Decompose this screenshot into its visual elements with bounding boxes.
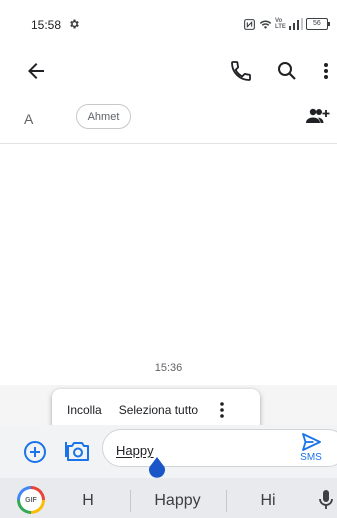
status-time: 15:58 xyxy=(31,18,62,32)
lte-label: LTE xyxy=(275,24,286,30)
search-icon xyxy=(275,59,299,83)
call-button[interactable] xyxy=(229,59,253,83)
header-divider xyxy=(0,143,337,144)
send-icon xyxy=(301,433,321,451)
message-timestamp: 15:36 xyxy=(154,362,183,374)
suggestion-item[interactable]: Happy xyxy=(130,492,225,510)
recipient-chip[interactable]: Ahmet xyxy=(76,104,131,129)
nfc-icon xyxy=(243,18,256,31)
back-arrow-icon xyxy=(24,59,48,83)
menu-more-button[interactable] xyxy=(218,400,226,420)
add-circle-icon xyxy=(23,440,47,464)
suggestion-item[interactable]: Hi xyxy=(228,492,308,510)
message-input-text[interactable]: Happy xyxy=(116,443,154,458)
camera-button[interactable] xyxy=(65,438,91,464)
gif-label: GIF xyxy=(20,489,42,511)
send-button[interactable]: SMS xyxy=(297,433,325,465)
battery-icon: 56 xyxy=(305,18,330,30)
more-options-button[interactable] xyxy=(318,59,334,83)
text-cursor-handle[interactable] xyxy=(147,457,167,479)
add-people-icon xyxy=(305,106,331,126)
menu-item-select-all[interactable]: Seleziona tutto xyxy=(119,403,198,417)
suggestion-divider xyxy=(226,490,227,512)
signal-icon xyxy=(288,18,303,30)
back-button[interactable] xyxy=(24,59,48,83)
recipient-prefix: A xyxy=(24,111,34,127)
wifi-icon xyxy=(259,18,272,31)
microphone-icon xyxy=(318,489,334,511)
suggestion-item[interactable]: H xyxy=(60,492,116,510)
voice-input-button[interactable] xyxy=(318,489,334,511)
more-vertical-icon xyxy=(318,59,334,83)
camera-icon xyxy=(65,438,91,464)
settings-gear-icon xyxy=(68,18,80,30)
status-icons: Vo LTE 56 xyxy=(243,16,330,32)
send-type-label: SMS xyxy=(300,452,322,463)
phone-icon xyxy=(229,59,253,83)
add-people-button[interactable] xyxy=(305,106,331,126)
menu-item-paste[interactable]: Incolla xyxy=(67,403,102,417)
add-attachment-button[interactable] xyxy=(23,440,47,464)
search-button[interactable] xyxy=(275,59,299,83)
network-type: Vo LTE xyxy=(275,18,286,30)
gif-button[interactable]: GIF xyxy=(17,486,45,514)
